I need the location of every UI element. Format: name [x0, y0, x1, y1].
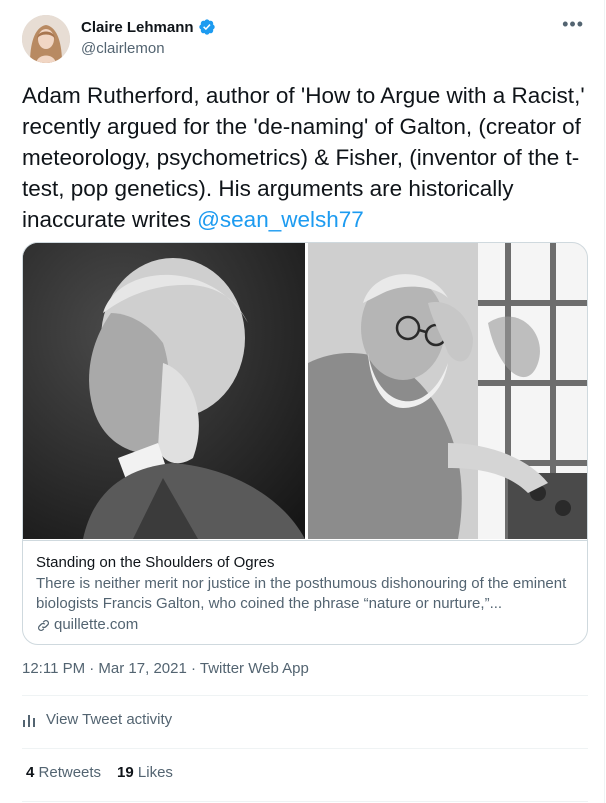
author-name-row[interactable]: Claire Lehmann — [81, 18, 216, 36]
engagement-stats: 4 Retweets 19 Likes — [26, 764, 173, 781]
view-tweet-activity-link[interactable]: View Tweet activity — [22, 711, 172, 728]
retweets-stat[interactable]: 4 Retweets — [26, 764, 101, 781]
avatar[interactable] — [22, 15, 70, 63]
link-card-image[interactable] — [23, 243, 587, 539]
link-card-title: Standing on the Shoulders of Ogres — [36, 554, 275, 571]
link-card-domain-row: quillette.com — [36, 615, 576, 635]
activity-label[interactable]: View Tweet activity — [46, 711, 172, 728]
more-options-icon[interactable]: ••• — [562, 14, 584, 35]
fisher-portrait-image — [308, 243, 587, 539]
likes-stat[interactable]: 19 Likes — [117, 764, 173, 781]
verified-badge-icon — [198, 19, 215, 35]
link-card-meta[interactable]: Standing on the Shoulders of Ogres There… — [23, 540, 587, 644]
divider — [22, 695, 588, 696]
mention-link[interactable]: @sean_welsh77 — [197, 207, 364, 232]
link-preview-card[interactable]: Standing on the Shoulders of Ogres There… — [22, 242, 588, 645]
link-card-description: There is neither merit nor justice in th… — [36, 575, 567, 612]
link-icon — [38, 619, 49, 631]
tweet-timestamp[interactable]: 12:11 PM · Mar 17, 2021 · Twitter Web Ap… — [22, 660, 309, 677]
divider — [22, 801, 588, 802]
tweet-text: Adam Rutherford, author of 'How to Argue… — [22, 80, 592, 235]
author-handle[interactable]: @clairlemon — [81, 40, 165, 57]
likes-count: 19 — [117, 764, 134, 781]
likes-label: Likes — [137, 764, 173, 781]
analytics-icon — [23, 714, 35, 727]
retweets-count: 4 — [26, 764, 35, 781]
divider — [22, 748, 588, 749]
link-card-domain: quillette.com — [54, 616, 139, 633]
author-name[interactable]: Claire Lehmann — [81, 19, 194, 36]
retweets-label: Retweets — [38, 764, 102, 781]
tweet-card: Claire Lehmann @clairlemon ••• Adam Ruth… — [0, 0, 605, 803]
galton-portrait-image — [23, 243, 305, 539]
